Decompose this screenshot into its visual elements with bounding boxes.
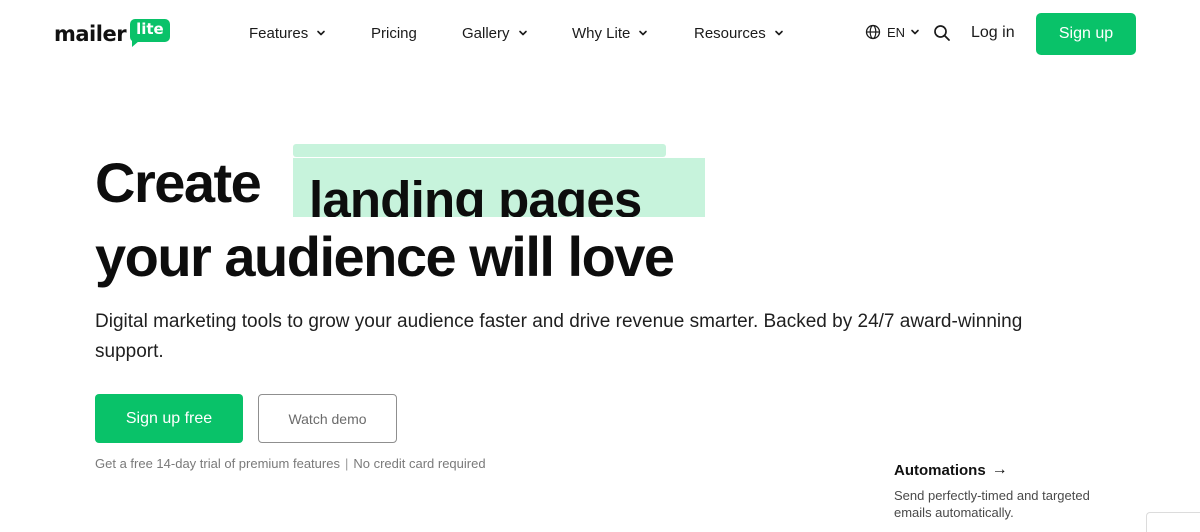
headline-line-2: your audience will love [95, 225, 675, 288]
feature-description: Send perfectly-timed and targeted emails… [894, 488, 1090, 520]
nav-item-gallery[interactable]: Gallery [462, 22, 528, 44]
feature-title: Automations [894, 461, 986, 479]
nav-item-features[interactable]: Features [249, 22, 326, 44]
headline-rotating-text: landing pages [309, 171, 642, 217]
mailerlite-logo[interactable]: mailer lite [54, 16, 170, 48]
chevron-down-icon [316, 28, 326, 38]
login-link[interactable]: Log in [971, 24, 1015, 42]
signup-free-button[interactable]: Sign up free [95, 394, 243, 443]
headline-start: Create [95, 151, 262, 214]
trial-note: Get a free 14-day trial of premium featu… [95, 456, 486, 471]
nav-item-label: Pricing [371, 24, 417, 42]
search-icon[interactable] [933, 24, 951, 42]
language-label: EN [887, 24, 906, 40]
watch-demo-button[interactable]: Watch demo [258, 394, 397, 443]
logo-badge: lite [130, 19, 170, 47]
arrow-right-icon: → [991, 461, 1008, 478]
headline-highlight-back [293, 144, 666, 157]
trial-note-right: No credit card required [353, 456, 486, 471]
nav-item-resources[interactable]: Resources [694, 22, 784, 44]
nav-item-label: Features [249, 24, 309, 42]
signup-button[interactable]: Sign up [1036, 13, 1136, 55]
language-selector[interactable]: EN [865, 24, 920, 40]
hero-subtitle: Digital marketing tools to grow your aud… [95, 311, 1023, 362]
nav-item-pricing[interactable]: Pricing [371, 22, 417, 44]
partial-panel [1146, 512, 1200, 532]
nav-item-why-lite[interactable]: Why Lite [572, 22, 648, 44]
feature-card-automations: Automations → Send perfectly-timed and t… [894, 461, 1134, 521]
logo-wordmark: mailer [54, 22, 127, 46]
nav-item-label: Resources [694, 24, 766, 42]
headline-highlight: landing pages [293, 158, 705, 217]
site-header: mailer lite Features Pricing Gallery Why… [0, 0, 1200, 68]
trial-note-separator: | [344, 456, 349, 471]
chevron-down-icon [774, 28, 784, 38]
chevron-down-icon [638, 28, 648, 38]
globe-icon [865, 24, 881, 40]
feature-title-link[interactable]: Automations → [894, 461, 1134, 479]
chevron-down-icon [518, 28, 528, 38]
nav-item-label: Gallery [462, 24, 510, 42]
chevron-down-icon [910, 27, 920, 37]
trial-note-left: Get a free 14-day trial of premium featu… [95, 456, 340, 471]
headline-line-1: Create landing pages [95, 144, 795, 217]
nav-item-label: Why Lite [572, 24, 631, 42]
